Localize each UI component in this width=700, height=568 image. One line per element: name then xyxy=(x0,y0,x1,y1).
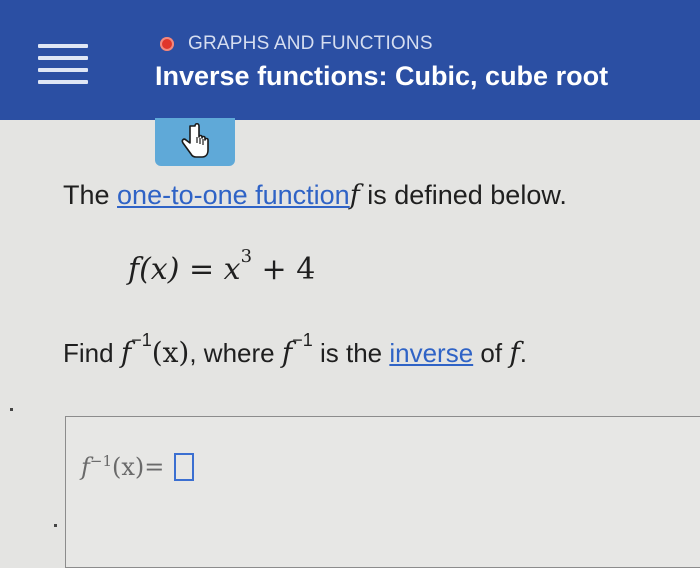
definition-exponent: 3 xyxy=(240,246,253,267)
answer-f: f xyxy=(81,453,90,481)
question-f2: f xyxy=(281,336,293,369)
answer-input-field[interactable] xyxy=(174,453,195,481)
answer-expression: f −1 (x) = xyxy=(81,452,195,481)
lesson-title: Inverse functions: Cubic, cube root xyxy=(155,61,609,91)
question-exp2: −1 xyxy=(292,330,313,351)
definition-rhs: + 4 xyxy=(252,252,316,287)
hand-tab-button[interactable] xyxy=(155,118,235,166)
function-definition: f(x) = x3 + 4 xyxy=(128,246,316,287)
answer-equals: = xyxy=(144,453,165,481)
margin-tick xyxy=(10,408,13,411)
definition-lhs: f(x) = x xyxy=(128,252,241,287)
lesson-header: GRAPHS AND FUNCTIONS Inverse functions: … xyxy=(0,0,700,120)
question-f: f xyxy=(120,336,132,369)
question-exp: −1 xyxy=(131,330,152,351)
intro-text: The xyxy=(63,180,118,210)
pointer-hand-icon xyxy=(181,123,209,158)
hamburger-menu-icon[interactable] xyxy=(38,44,88,84)
question-period: . xyxy=(519,338,527,368)
inverse-link[interactable]: inverse xyxy=(389,338,473,368)
intro-end-text: is defined below. xyxy=(359,180,567,210)
question-arg: (x) xyxy=(151,336,190,369)
answer-box: f −1 (x) = xyxy=(65,416,700,568)
question-prompt: Find f−1(x), where f−1 is the inverse of… xyxy=(63,330,527,369)
answer-exp: −1 xyxy=(89,452,113,470)
problem-intro: The one-to-one functionf is defined belo… xyxy=(63,180,567,211)
question-of: of xyxy=(473,338,510,368)
topic-row: GRAPHS AND FUNCTIONS xyxy=(160,33,433,55)
question-end-f: f xyxy=(509,336,520,369)
question-find: Find xyxy=(63,338,121,368)
intro-function-name: f xyxy=(349,180,360,211)
answer-arg: (x) xyxy=(112,453,145,481)
topic-status-dot-icon xyxy=(160,37,174,51)
question-mid: is the xyxy=(312,338,390,368)
question-where: , where xyxy=(189,338,282,368)
margin-tick xyxy=(54,524,57,527)
one-to-one-function-link[interactable]: one-to-one function xyxy=(117,180,350,210)
topic-label: GRAPHS AND FUNCTIONS xyxy=(188,33,433,54)
